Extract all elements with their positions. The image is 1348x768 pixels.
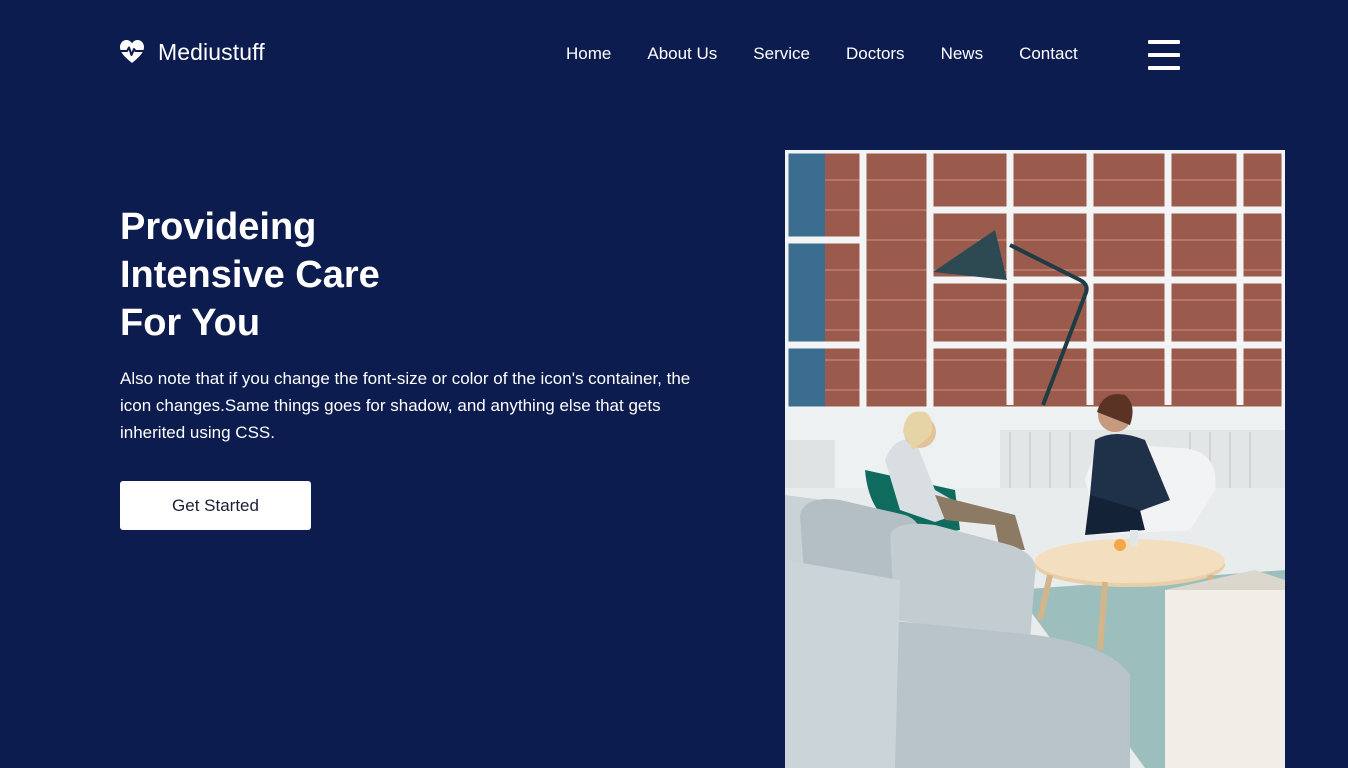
nav-news[interactable]: News [941,43,984,65]
nav-doctors[interactable]: Doctors [846,43,905,65]
nav-service[interactable]: Service [753,43,810,65]
landing-page: Mediustuff Home About Us Service Doctors… [0,0,1348,768]
nav-home[interactable]: Home [566,43,611,65]
heartbeat-icon [120,40,144,63]
nav-contact[interactable]: Contact [1019,43,1078,65]
hero-title-line: Provideing [120,206,317,248]
brand-name: Mediustuff [158,38,265,65]
brand-logo-link[interactable]: Mediustuff [118,38,265,66]
menu-bar [1148,40,1180,44]
nav-about-us[interactable]: About Us [647,43,717,65]
menu-bar [1148,53,1180,57]
hamburger-menu-icon[interactable] [1148,40,1180,70]
menu-bar [1148,66,1180,70]
hero-title-line: Intensive Care [120,254,380,296]
hero-title: Provideing Intensive Care For You [120,203,640,347]
hero-image [785,150,1285,768]
main-nav: Home About Us Service Doctors News Conta… [566,43,1078,65]
site-header: Mediustuff Home About Us Service Doctors… [0,0,1348,108]
office-consultation-illustration [785,150,1285,768]
get-started-button[interactable]: Get Started [120,481,311,530]
hero-title-line: For You [120,302,261,344]
hero-description: Also note that if you change the font-si… [120,369,691,442]
